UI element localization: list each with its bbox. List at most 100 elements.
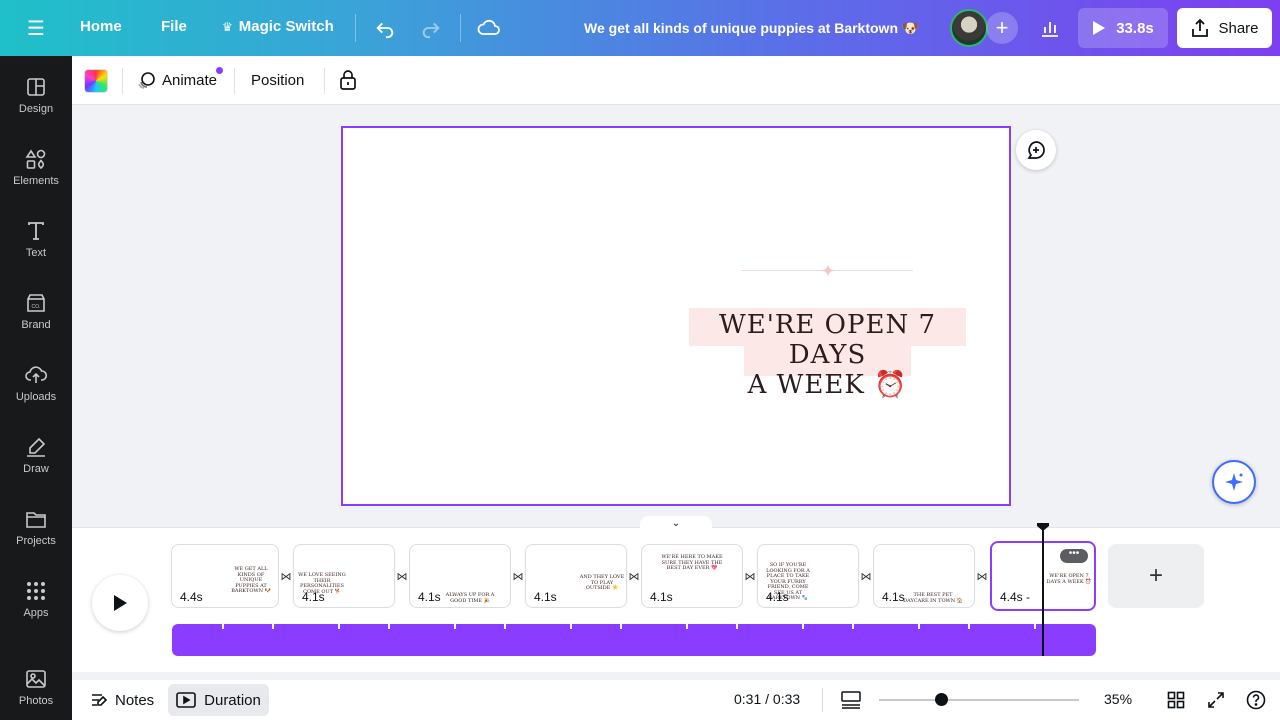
- audio-beat-marker: [736, 624, 738, 629]
- notes-button[interactable]: Notes: [86, 686, 158, 714]
- magic-switch-label: Magic Switch: [238, 18, 334, 35]
- audio-beat-marker: [852, 624, 854, 629]
- zoom-percentage[interactable]: 35%: [1104, 691, 1132, 707]
- magic-switch-button[interactable]: ♛ Magic Switch: [222, 18, 334, 35]
- design-canvas[interactable]: ✦ WE'RE OPEN 7 DAYS A WEEK ⏰: [341, 126, 1011, 506]
- timeline-clip-4[interactable]: AND THEY LOVE TO PLAY OUTSIDE ☀️ 4.1s: [525, 544, 627, 608]
- lock-icon[interactable]: [338, 69, 358, 95]
- divider: [122, 68, 123, 94]
- redo-icon[interactable]: [418, 15, 444, 41]
- audio-beat-marker: [686, 624, 688, 629]
- left-sidebar: Design Elements Text CO. Brand Uploads D…: [0, 56, 72, 720]
- play-duration: 33.8s: [1116, 19, 1154, 37]
- sidebar-item-apps[interactable]: Apps: [0, 580, 72, 640]
- share-button[interactable]: Share: [1177, 8, 1272, 48]
- sidebar-item-label: Design: [18, 103, 54, 115]
- duration-icon: [176, 692, 196, 708]
- timeline-play-button[interactable]: [92, 575, 148, 631]
- sidebar-item-label: Uploads: [15, 391, 57, 403]
- sidebar-item-projects[interactable]: Projects: [0, 508, 72, 568]
- clip-duration: 4.1s: [302, 590, 325, 604]
- text-icon: [28, 222, 44, 240]
- draw-icon: [27, 437, 46, 457]
- design-title[interactable]: We get all kinds of unique puppies at Ba…: [584, 20, 919, 37]
- sidebar-item-uploads[interactable]: Uploads: [0, 364, 72, 424]
- zoom-slider-handle[interactable]: [935, 693, 948, 706]
- divider: [460, 14, 461, 42]
- page-layout-icon[interactable]: [840, 690, 862, 710]
- audio-beat-marker: [504, 624, 506, 629]
- transition-icon[interactable]: ⋈: [511, 569, 525, 583]
- add-page-button[interactable]: +: [1108, 544, 1204, 608]
- magic-assistant-icon[interactable]: [1212, 460, 1256, 504]
- play-icon: [1093, 21, 1106, 35]
- elements-icon: [25, 149, 46, 170]
- audio-beat-marker: [918, 624, 920, 629]
- animate-button[interactable]: Animate: [136, 70, 217, 90]
- playhead[interactable]: [1042, 528, 1044, 656]
- timeline-clip-7[interactable]: THE BEST PET DAYCARE IN TOWN 🏠 4.1s: [873, 544, 975, 608]
- position-button[interactable]: Position: [251, 72, 304, 89]
- user-avatar[interactable]: [950, 9, 988, 47]
- timeline-clip-2[interactable]: WE LOVE SEEING THEIR PERSONALITIES COME …: [293, 544, 395, 608]
- cloud-save-icon[interactable]: [476, 15, 502, 41]
- color-picker-swatch[interactable]: [84, 69, 108, 93]
- headline-text[interactable]: WE'RE OPEN 7 DAYS A WEEK ⏰: [689, 310, 966, 400]
- sidebar-item-label: Apps: [23, 607, 49, 619]
- playhead-handle[interactable]: [1036, 522, 1050, 532]
- invite-plus-icon[interactable]: +: [986, 12, 1018, 44]
- file-menu[interactable]: File: [161, 18, 187, 35]
- notes-icon: [92, 694, 108, 706]
- sparkle-icon: ✦: [820, 261, 836, 281]
- design-icon: [27, 78, 45, 96]
- clip-more-options-icon[interactable]: •••: [1060, 549, 1088, 563]
- uploads-icon: [25, 366, 47, 383]
- share-label: Share: [1218, 19, 1259, 37]
- sidebar-item-design[interactable]: Design: [0, 76, 72, 136]
- sidebar-item-brand[interactable]: CO. Brand: [0, 292, 72, 352]
- clip-duration: 4.4s: [180, 590, 203, 604]
- present-play-button[interactable]: 33.8s: [1078, 8, 1168, 48]
- transition-icon[interactable]: ⋈: [859, 569, 873, 583]
- sidebar-item-elements[interactable]: Elements: [0, 148, 72, 208]
- chevron-down-icon[interactable]: ⌄: [640, 516, 712, 530]
- sidebar-item-label: Elements: [13, 175, 59, 187]
- context-toolbar: Animate Position: [72, 56, 1280, 105]
- transition-icon[interactable]: ⋈: [627, 569, 641, 583]
- clip-thumbnail-text: ALWAYS UP FOR A GOOD TIME 🎉: [445, 592, 495, 604]
- sidebar-item-label: Brand: [21, 319, 51, 331]
- divider: [324, 68, 325, 94]
- audio-track[interactable]: [172, 624, 1096, 656]
- sidebar-item-draw[interactable]: Draw: [0, 436, 72, 496]
- home-link[interactable]: Home: [80, 18, 122, 35]
- audio-beat-marker: [388, 624, 390, 629]
- transition-icon[interactable]: ⋈: [975, 569, 989, 583]
- timeline-clip-1[interactable]: WE GET ALL KINDS OF UNIQUE PUPPIES AT BA…: [171, 544, 279, 608]
- audio-beat-marker: [620, 624, 622, 629]
- zoom-slider-track[interactable]: [879, 699, 1079, 701]
- headline-line-1: WE'RE OPEN 7 DAYS: [718, 310, 937, 370]
- duration-button[interactable]: Duration: [168, 684, 269, 716]
- add-comment-icon[interactable]: [1016, 130, 1056, 170]
- timeline-clip-6[interactable]: SO IF YOU'RE LOOKING FOR A PLACE TO TAKE…: [757, 544, 859, 608]
- audio-beat-marker: [454, 624, 456, 629]
- undo-icon[interactable]: [372, 15, 398, 41]
- hamburger-menu-icon[interactable]: ☰: [22, 16, 50, 40]
- transition-icon[interactable]: ⋈: [279, 569, 293, 583]
- duration-label: Duration: [204, 691, 261, 709]
- clip-duration: 4.1s: [766, 590, 789, 604]
- timeline-clip-3[interactable]: ALWAYS UP FOR A GOOD TIME 🎉 4.1s: [409, 544, 511, 608]
- new-badge-dot: [216, 67, 223, 74]
- timeline-clip-5[interactable]: WE'RE HERE TO MAKE SURE THEY HAVE THE BE…: [641, 544, 743, 608]
- headline-line-2: A WEEK ⏰: [747, 370, 908, 400]
- help-icon[interactable]: [1245, 689, 1267, 711]
- top-bar: ☰ Home File ♛ Magic Switch We get all ki…: [0, 0, 1280, 56]
- audio-beat-marker: [222, 624, 224, 629]
- fullscreen-icon[interactable]: [1205, 689, 1227, 711]
- analytics-icon[interactable]: [1032, 8, 1068, 48]
- sidebar-item-text[interactable]: Text: [0, 220, 72, 280]
- grid-view-icon[interactable]: [1165, 689, 1187, 711]
- transition-icon[interactable]: ⋈: [395, 569, 409, 583]
- transition-icon[interactable]: ⋈: [743, 569, 757, 583]
- sidebar-item-photos[interactable]: Photos: [0, 668, 72, 720]
